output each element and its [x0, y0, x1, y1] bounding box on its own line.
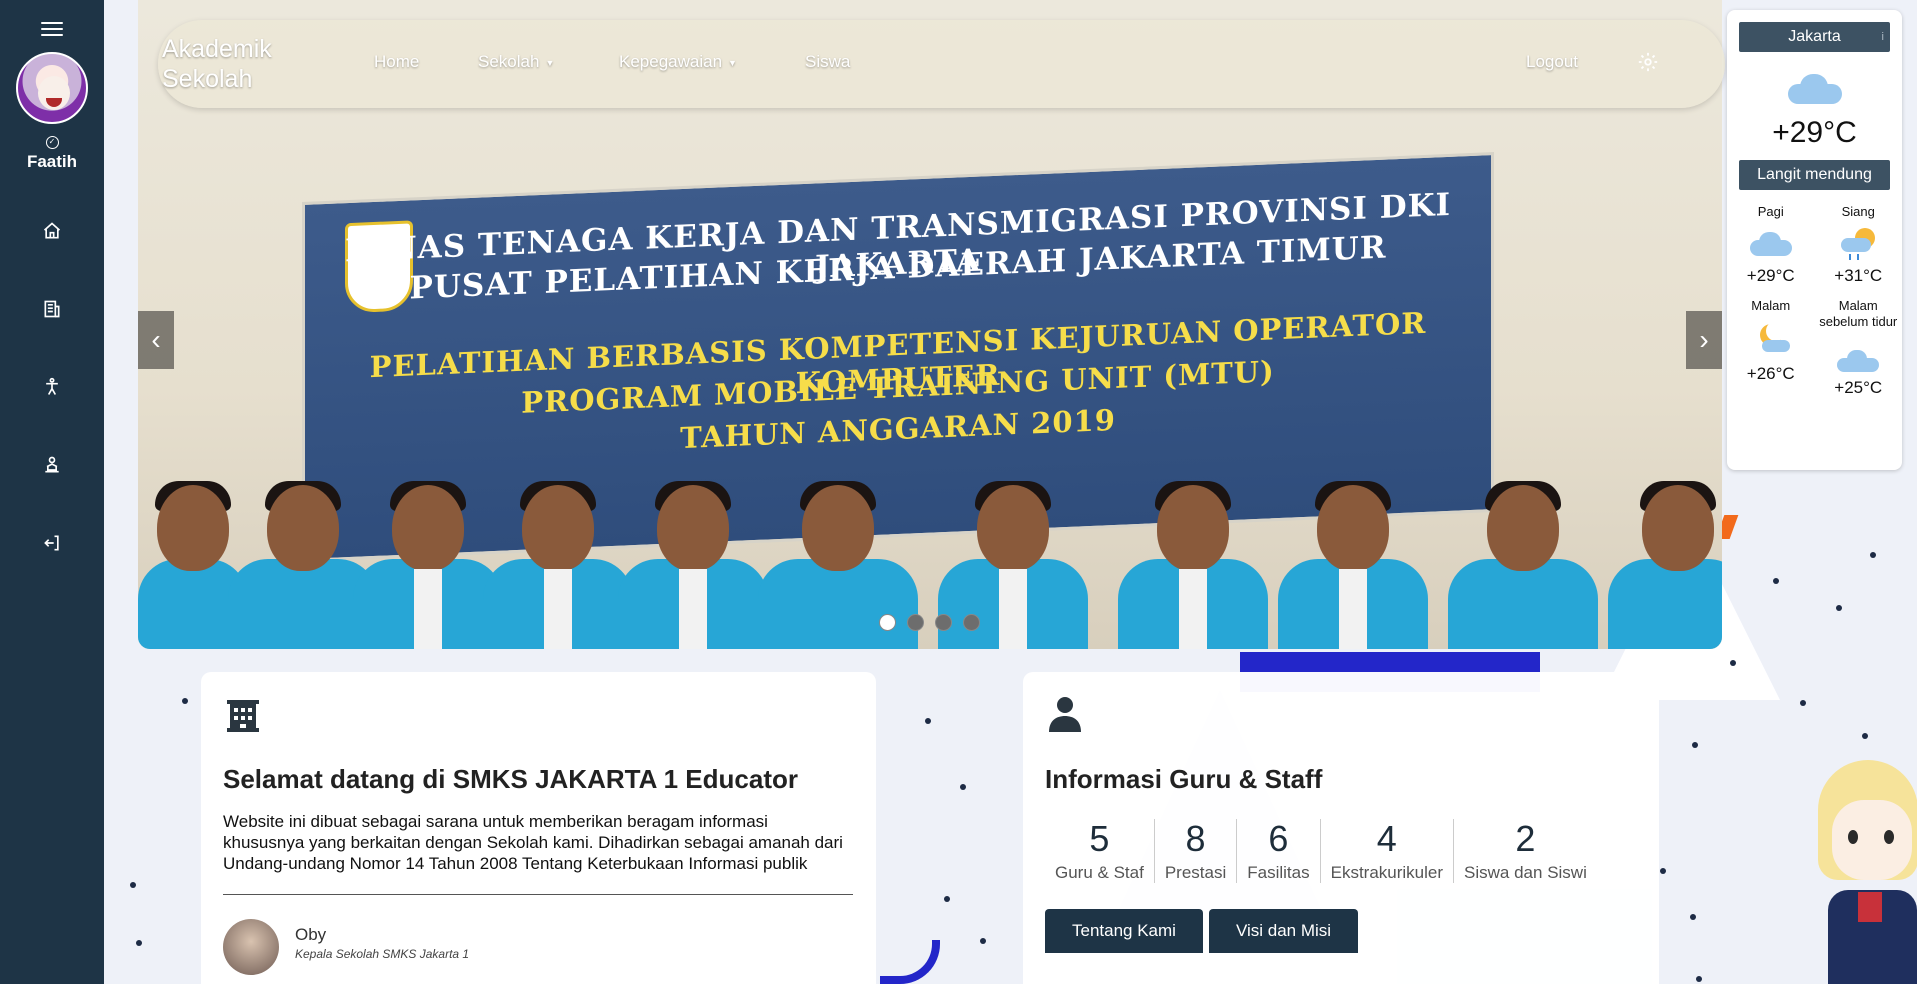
stat-label: Guru & Staf: [1055, 863, 1144, 882]
stat-value: 6: [1268, 818, 1289, 859]
weather-temperature: +29°C: [1772, 116, 1857, 149]
cloud-icon: [1837, 348, 1880, 374]
stat-fasilitas: 6 Fasilitas: [1237, 818, 1321, 883]
divider: [223, 894, 853, 895]
caret-down-icon: ▼: [545, 57, 555, 68]
carousel-indicator[interactable]: [879, 614, 896, 631]
carousel-indicator[interactable]: [907, 614, 924, 631]
carousel-indicators: [879, 614, 980, 631]
stat-guru-staf: 5 Guru & Staf: [1045, 819, 1155, 883]
staff-info-title: Informasi Guru & Staff: [1045, 764, 1323, 794]
welcome-card: Selamat datang di SMKS JAKARTA 1 Educato…: [201, 672, 876, 984]
sidebar-nav: [41, 220, 63, 554]
gear-icon[interactable]: [1637, 51, 1659, 73]
moon-cloud-icon: [1750, 321, 1792, 360]
forecast-label: Malam: [1751, 298, 1791, 313]
nav-sekolah-dropdown[interactable]: Sekolah ▼: [478, 52, 554, 72]
home-icon[interactable]: [41, 220, 63, 242]
user-name: Faatih: [26, 152, 78, 171]
building-icon: [223, 694, 263, 734]
avatar[interactable]: [16, 52, 88, 124]
nav-home[interactable]: Home: [374, 52, 419, 72]
stat-siswa: 2 Siswa dan Siswi: [1454, 819, 1597, 883]
logout-icon[interactable]: [41, 532, 63, 554]
info-icon[interactable]: i: [1882, 22, 1884, 52]
stat-value: 2: [1515, 818, 1536, 859]
forecast-temp: +31°C: [1834, 266, 1883, 285]
nav-kepegawaian-label: Kepegawaian: [619, 52, 723, 71]
accessibility-icon[interactable]: [41, 376, 63, 398]
forecast-label: Malam sebelum tidur: [1819, 298, 1898, 329]
stats-row: 5 Guru & Staf 8 Prestasi 6 Fasilitas 4 E…: [1045, 819, 1637, 883]
nav-home-label: Home: [374, 52, 420, 71]
weather-city: Jakarta i: [1739, 22, 1890, 52]
avatar: [223, 919, 279, 975]
stat-value: 4: [1376, 818, 1397, 859]
forecast-malam: Malam +26°C: [1727, 298, 1815, 398]
carousel-next-button[interactable]: ›: [1686, 311, 1722, 369]
sidebar: ✓ Faatih: [0, 0, 104, 984]
forecast-temp: +26°C: [1746, 364, 1795, 383]
person-icon: [1045, 694, 1085, 734]
carousel-indicator[interactable]: [935, 614, 952, 631]
sun-rain-icon: [1837, 226, 1879, 262]
nav-siswa-label: Siswa: [805, 52, 851, 71]
forecast-label: Pagi: [1757, 204, 1784, 219]
cloud-icon: [1787, 74, 1842, 104]
staff-info-card: Informasi Guru & Staff 5 Guru & Staf 8 P…: [1023, 672, 1659, 984]
top-navbar: Akademik Sekolah Home Sekolah ▼ Kepegawai…: [158, 20, 1725, 108]
nav-siswa[interactable]: Siswa: [805, 52, 850, 72]
weather-widget: Jakarta i +29°C Langit mendung Pagi +29°…: [1727, 10, 1902, 470]
welcome-title: Selamat datang di SMKS JAKARTA 1 Educato…: [223, 764, 798, 794]
forecast-label: Siang: [1841, 204, 1875, 219]
card-buttons: Tentang Kami Visi dan Misi: [1045, 909, 1637, 953]
weather-city-label: Jakarta: [1788, 28, 1841, 45]
school-icon[interactable]: [41, 298, 63, 320]
forecast-temp: +29°C: [1746, 266, 1795, 285]
nav-sekolah-label: Sekolah: [478, 52, 540, 71]
anime-character-illustration: [1808, 760, 1917, 984]
stat-value: 5: [1089, 818, 1110, 859]
welcome-text: Website ini dibuat sebagai sarana untuk …: [223, 812, 843, 873]
visi-misi-button[interactable]: Visi dan Misi: [1208, 909, 1359, 953]
stat-ekstrakurikuler: 4 Ekstrakurikuler: [1321, 818, 1455, 883]
logout-link[interactable]: Logout: [1526, 52, 1578, 72]
forecast-pagi: Pagi +29°C: [1727, 204, 1815, 286]
author-name: Oby: [295, 925, 327, 944]
author-role: Kepala Sekolah SMKS Jakarta 1: [295, 947, 470, 961]
carousel-prev-button[interactable]: ‹: [138, 311, 174, 369]
cloud-icon: [1749, 226, 1792, 262]
caret-down-icon: ▼: [728, 57, 737, 68]
forecast-siang: Siang +31°C: [1815, 204, 1903, 286]
hamburger-menu-icon[interactable]: [41, 22, 63, 40]
verified-icon: ✓: [45, 136, 59, 149]
carousel-indicator[interactable]: [963, 614, 980, 631]
weather-description: Langit mendung: [1739, 160, 1890, 190]
weather-forecast-grid: Pagi +29°C Siang +31°C Malam +26°C Malam…: [1727, 204, 1902, 398]
stat-prestasi: 8 Prestasi: [1155, 818, 1238, 883]
stat-label: Ekstrakurikuler: [1330, 863, 1444, 882]
stat-label: Siswa dan Siswi: [1464, 863, 1587, 882]
stat-value: 8: [1185, 818, 1206, 859]
forecast-temp: +25°C: [1834, 378, 1883, 397]
author-block: Oby Kepala Sekolah SMKS Jakarta 1: [223, 919, 854, 975]
stat-label: Fasilitas: [1247, 863, 1310, 882]
stat-label: Prestasi: [1164, 863, 1227, 882]
brand-title[interactable]: Akademik Sekolah: [162, 34, 322, 94]
nav-kepegawaian-dropdown[interactable]: Kepegawaian ▼: [619, 52, 737, 72]
tentang-kami-button[interactable]: Tentang Kami: [1045, 909, 1203, 953]
student-icon[interactable]: [41, 454, 63, 476]
forecast-malam-sebelum-tidur: Malam sebelum tidur +25°C: [1815, 298, 1903, 398]
